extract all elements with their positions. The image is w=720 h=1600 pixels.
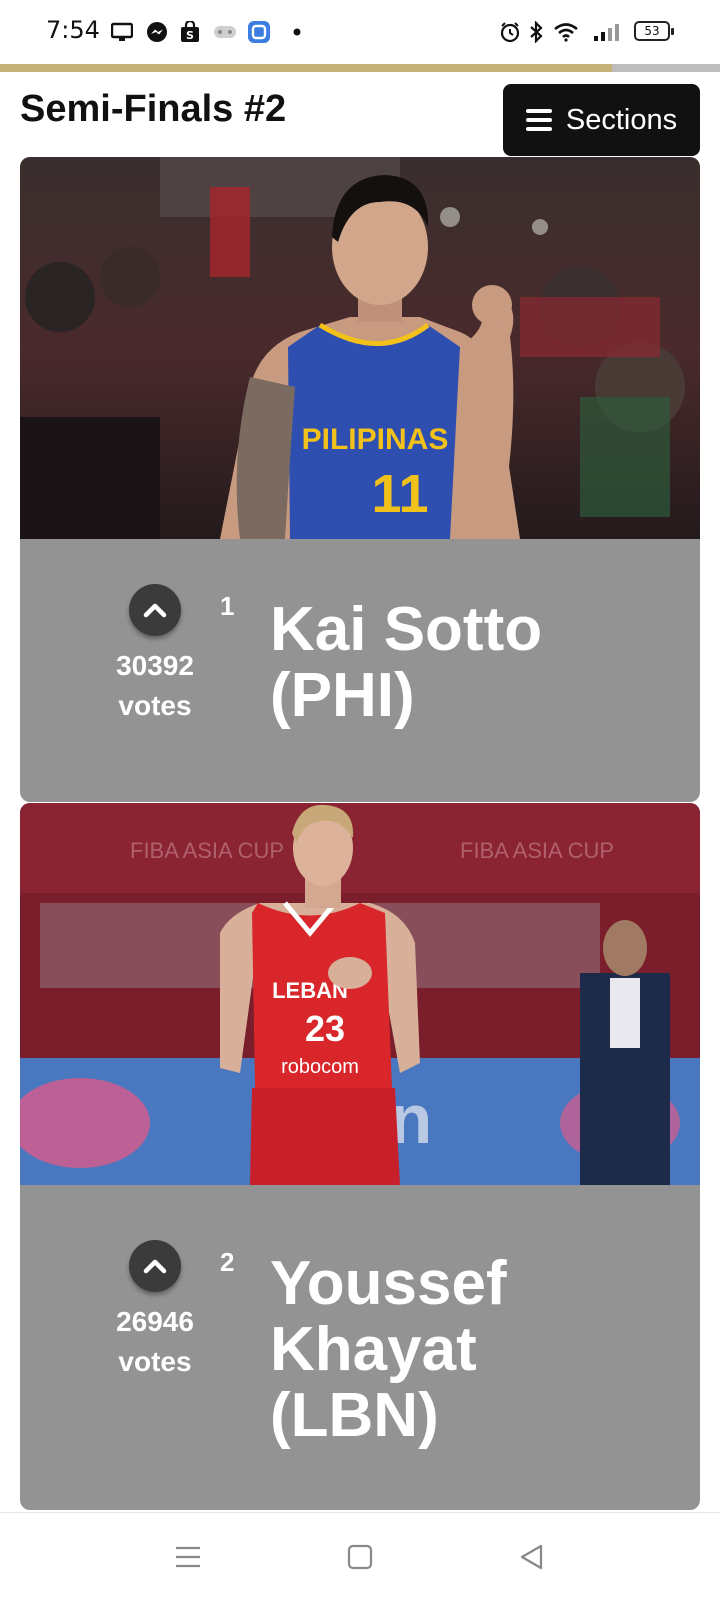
player-name: Youssef Khayat (LBN) bbox=[270, 1251, 690, 1449]
player-name: Kai Sotto (PHI) bbox=[270, 597, 690, 729]
page-title: Semi-Finals #2 bbox=[20, 88, 287, 130]
shopping-bag-icon: S bbox=[178, 20, 202, 44]
entry-card: PILIPINAS 11 30392 votes 1 Kai Sotto (PH… bbox=[20, 157, 700, 802]
back-triangle-icon[interactable] bbox=[510, 1535, 554, 1579]
sections-button-label: Sections bbox=[565, 103, 678, 136]
rank-number: 1 bbox=[220, 591, 235, 621]
status-time: 7:54 bbox=[46, 16, 100, 44]
alarm-icon bbox=[498, 20, 522, 44]
jersey-text: PILIPINAS bbox=[302, 423, 449, 456]
player-photo: PILIPINAS 11 bbox=[20, 157, 700, 539]
monitor-icon bbox=[110, 20, 134, 44]
jersey-number: 23 bbox=[305, 1008, 345, 1049]
hamburger-icon bbox=[525, 109, 552, 131]
player-name-line: (PHI) bbox=[270, 661, 415, 730]
vote-column: 26946 votes bbox=[100, 1240, 210, 1382]
chevron-up-icon bbox=[143, 1259, 167, 1274]
jersey-sponsor: robocom bbox=[281, 1056, 359, 1078]
reading-progress-bar bbox=[0, 64, 720, 72]
jersey-number: 11 bbox=[371, 464, 428, 524]
messenger-icon bbox=[145, 20, 169, 44]
svg-text:S: S bbox=[186, 29, 194, 42]
player-name-line: Khayat bbox=[270, 1315, 477, 1384]
svg-text:FIBA ASIA CUP: FIBA ASIA CUP bbox=[460, 838, 614, 863]
bluetooth-icon bbox=[526, 20, 546, 44]
player-name-line: (LBN) bbox=[270, 1381, 439, 1450]
svg-text:FIBA ASIA CUP: FIBA ASIA CUP bbox=[130, 838, 284, 863]
player-photo: FIBA ASIA CUP FIBA ASIA CUP nen LEBAN 23… bbox=[20, 803, 700, 1185]
votes-label: votes bbox=[118, 1346, 192, 1377]
dot-icon bbox=[290, 20, 304, 44]
system-nav-bar bbox=[0, 1512, 720, 1600]
sections-button[interactable]: Sections bbox=[503, 84, 700, 156]
upvote-button[interactable] bbox=[129, 1240, 181, 1292]
status-bar: 7:54 S 53 bbox=[0, 0, 720, 64]
battery-icon: 53 bbox=[634, 21, 674, 41]
vote-column: 30392 votes bbox=[100, 584, 210, 726]
player-name-line: Youssef bbox=[270, 1249, 507, 1318]
vote-count: 26946 bbox=[116, 1306, 194, 1337]
vote-count: 30392 bbox=[116, 650, 194, 681]
chevron-up-icon bbox=[143, 603, 167, 618]
app-square-icon bbox=[246, 20, 272, 44]
upvote-button[interactable] bbox=[129, 584, 181, 636]
wifi-icon bbox=[552, 20, 580, 44]
signal-icon bbox=[592, 20, 620, 44]
reading-progress-fill bbox=[0, 64, 612, 72]
home-square-icon[interactable] bbox=[338, 1535, 382, 1579]
rank-number: 2 bbox=[220, 1247, 235, 1277]
player-name-line: Kai Sotto bbox=[270, 595, 543, 664]
menu-icon[interactable] bbox=[166, 1535, 210, 1579]
gamepad-icon bbox=[212, 20, 238, 44]
entry-card: FIBA ASIA CUP FIBA ASIA CUP nen LEBAN 23… bbox=[20, 803, 700, 1510]
votes-label: votes bbox=[118, 690, 192, 721]
